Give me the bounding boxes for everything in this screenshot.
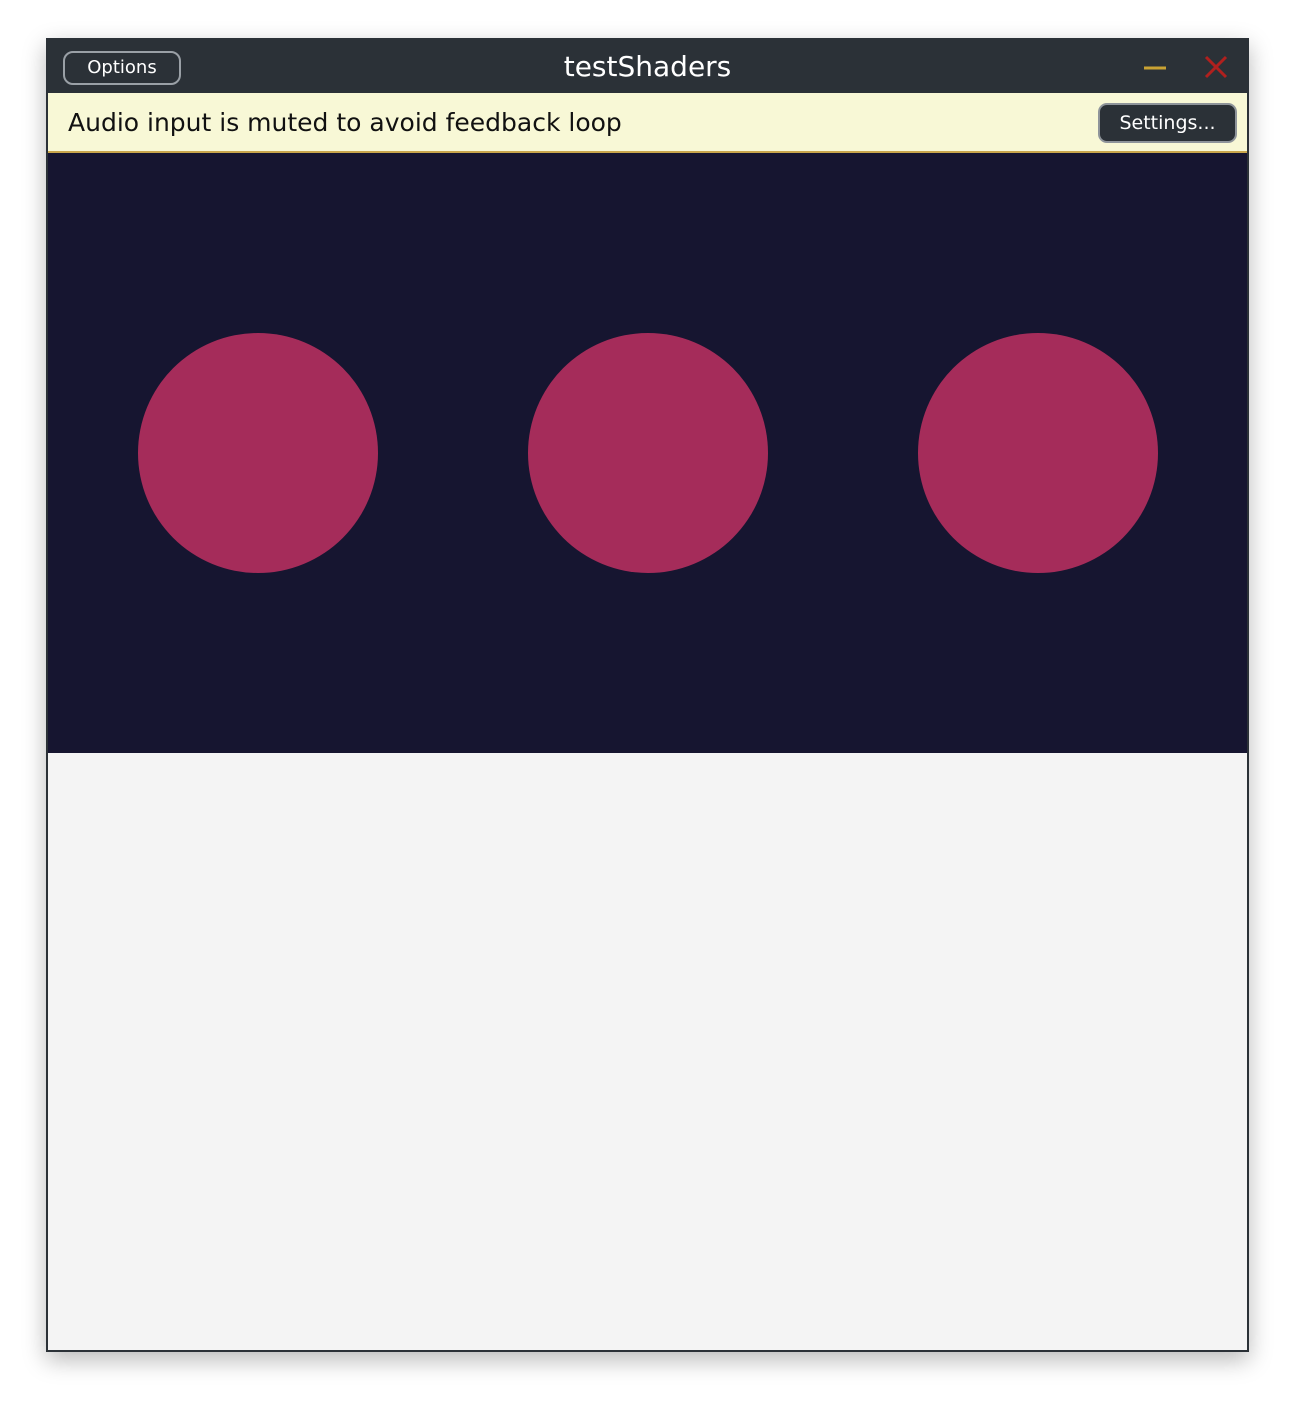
minimize-button[interactable]: [1137, 50, 1173, 86]
circle-left: [138, 333, 378, 573]
close-button[interactable]: [1198, 50, 1234, 86]
settings-button[interactable]: Settings...: [1098, 103, 1237, 143]
app-window: Options testShaders Audio input is muted…: [46, 38, 1249, 1352]
close-icon: [1204, 55, 1228, 79]
shader-canvas[interactable]: [48, 153, 1247, 753]
shader-output: [138, 333, 1158, 573]
empty-panel: [48, 753, 1247, 1350]
title-bar[interactable]: Options testShaders: [48, 40, 1247, 93]
banner-message: Audio input is muted to avoid feedback l…: [68, 108, 622, 137]
circle-right: [918, 333, 1158, 573]
options-button[interactable]: Options: [63, 51, 181, 85]
window-title: testShaders: [563, 50, 732, 83]
minimize-icon: [1144, 66, 1166, 70]
audio-muted-banner: Audio input is muted to avoid feedback l…: [48, 93, 1247, 153]
circle-center: [528, 333, 768, 573]
